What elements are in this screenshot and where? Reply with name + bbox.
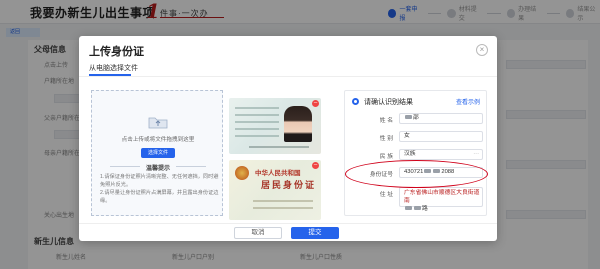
view-example-link[interactable]: 查看示例 [456,97,480,106]
address-row: 住 址 广东省佛山市顺德区大良街道南 路 [349,187,485,212]
tips-title: 温馨提示 [145,166,170,172]
id-card-back-image: 中华人民共和国 居民身份证 – [229,160,321,220]
id-card-front-image: – [229,98,321,154]
delete-image-icon[interactable]: – [312,162,319,169]
tip-2: 2.请尽量让身份证照片占满屏幕，并且露出身份证边缘。 [100,190,219,204]
ethnicity-row: 民 族 汉族 ··· [349,149,485,160]
divider [176,166,206,167]
upload-folder-icon [148,117,168,129]
redacted-mark [405,206,412,211]
gender-label: 性 别 [379,136,393,142]
dropdown-dots-icon: ··· [473,151,479,157]
tip-1: 1.请保证身份证照片清晰完整、无任何遮挡，同时避免照片反光。 [100,174,219,188]
card-text-lines [253,200,313,214]
submit-button[interactable]: 提交 [291,227,339,239]
tips-text: 1.请保证身份证照片清晰完整、无任何遮挡，同时避免照片反光。 2.请尽量让身份证… [100,173,220,205]
address-line-2: 路 [404,205,482,213]
card-back-subtitle: 居民身份证 [261,181,317,191]
redacted-mark [405,115,412,120]
tab-active-indicator [89,74,131,76]
upload-hint: 点击上传或将文件拖拽到这里 [121,137,195,143]
radio-selected-icon[interactable] [352,98,359,105]
ethnicity-value: 汉族 [404,151,416,157]
card-text-lines [235,107,279,142]
ethnicity-field[interactable]: 汉族 ··· [399,149,483,160]
recognition-result-panel: 请确认识别结果 查看示例 姓 名 邵 性 别 女 民 族 汉族 ··· 身份证号 … [344,90,487,216]
gender-row: 性 别 女 [349,131,485,142]
name-label: 姓 名 [379,118,393,124]
redacted-mark [414,206,421,211]
id-photo [284,106,312,142]
address-line-2-text: 路 [422,206,428,212]
card-number-line [249,146,309,148]
delete-image-icon[interactable]: – [312,100,319,107]
gender-field[interactable]: 女 [399,131,483,142]
national-emblem-icon [235,166,249,180]
name-row: 姓 名 邵 [349,113,485,124]
result-title: 请确认识别结果 [364,99,413,106]
upload-dropzone[interactable]: 点击上传或将文件拖拽到这里 选择文件 温馨提示 1.请保证身份证照片清晰完整、无… [91,90,223,216]
card-back-title: 中华人民共和国 [255,169,301,177]
tab-divider [79,76,497,77]
address-line-1: 广东省佛山市顺德区大良街道南 [404,190,480,204]
cancel-button[interactable]: 取消 [234,227,282,239]
footer-divider [79,223,497,224]
upload-id-dialog: 上传身份证 × 从电脑选择文件 点击上传或将文件拖拽到这里 选择文件 温馨提示 … [79,36,497,241]
close-icon[interactable]: × [476,44,488,56]
address-highlight-ellipse [345,160,488,188]
name-field[interactable]: 邵 [399,113,483,124]
ethnicity-label: 民 族 [379,154,393,160]
dialog-title: 上传身份证 [89,46,144,58]
choose-file-button[interactable]: 选择文件 [141,148,175,158]
address-label: 住 址 [379,192,393,198]
address-field[interactable]: 广东省佛山市顺德区大良街道南 路 [399,187,483,212]
name-value: 邵 [413,115,419,121]
